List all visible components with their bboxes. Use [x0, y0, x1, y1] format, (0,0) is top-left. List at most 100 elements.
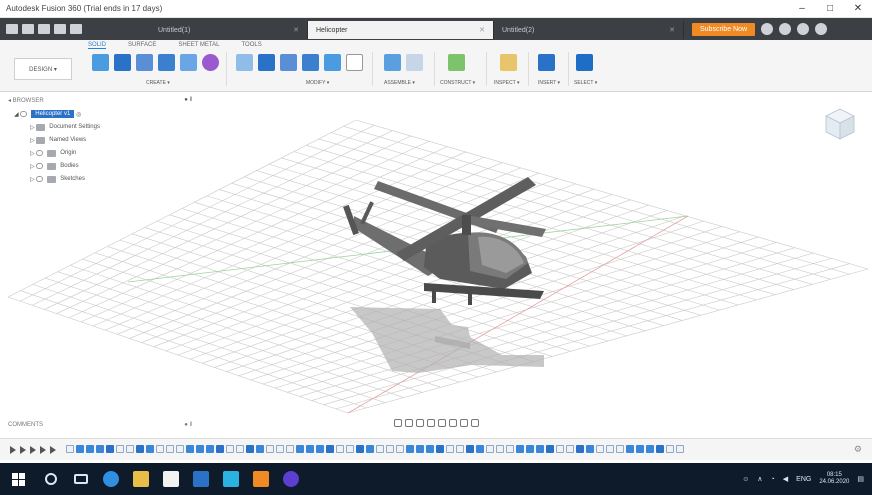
timeline-feature[interactable] [466, 444, 474, 453]
workspace-switcher[interactable]: DESIGN ▾ [14, 58, 72, 80]
press-pull-icon[interactable] [236, 54, 253, 71]
minimize-button[interactable]: – [788, 0, 816, 18]
timeline-settings-icon[interactable]: ⚙ [854, 444, 862, 455]
timeline-feature[interactable] [666, 444, 674, 453]
play-icon[interactable] [30, 445, 36, 454]
timeline-feature[interactable] [396, 444, 404, 453]
timeline-feature[interactable] [446, 444, 454, 453]
viewports-icon[interactable] [470, 419, 479, 427]
timeline-feature[interactable] [506, 444, 514, 453]
subscribe-button[interactable]: Subscribe Now [692, 22, 756, 36]
tab-helicopter[interactable]: Helicopter ✕ [308, 21, 494, 39]
document-name[interactable]: Helicopter v1 [31, 110, 75, 118]
extrude-icon[interactable] [114, 54, 131, 71]
timeline-feature[interactable] [646, 444, 654, 453]
browser-root[interactable]: ◢ Helicopter v1 ◎ [0, 108, 200, 120]
task-view-icon[interactable] [66, 463, 96, 495]
timeline-feature[interactable] [426, 444, 434, 453]
timeline-feature[interactable] [576, 444, 584, 453]
timeline-feature[interactable] [416, 444, 424, 453]
modify-menu[interactable]: MODIFY ▾ [306, 80, 329, 86]
redo-icon[interactable] [70, 24, 82, 34]
comments-pin-icon[interactable]: ● ‖ [184, 422, 192, 428]
revolve-icon[interactable] [136, 54, 153, 71]
browser-pin-icon[interactable]: ● ‖ [184, 97, 192, 103]
timeline-feature[interactable] [116, 444, 124, 453]
show-hidden-icons[interactable]: ∧ [757, 475, 762, 483]
quick-access-toolbar[interactable] [0, 24, 150, 34]
timeline-feature[interactable] [556, 444, 564, 453]
close-button[interactable]: ✕ [844, 0, 872, 18]
timeline-feature[interactable] [336, 444, 344, 453]
next-step-icon[interactable] [40, 445, 46, 454]
browser-item-sketches[interactable]: ▷ Sketches [0, 173, 200, 185]
close-tab-icon[interactable]: ✕ [479, 26, 485, 34]
timeline-feature[interactable] [256, 444, 264, 453]
timeline-feature[interactable] [406, 444, 414, 453]
construct-menu[interactable]: CONSTRUCT ▾ [440, 80, 475, 86]
timeline-feature[interactable] [486, 444, 494, 453]
edge-icon[interactable] [96, 463, 126, 495]
fillet-icon[interactable] [258, 54, 275, 71]
timeline-feature[interactable] [516, 444, 524, 453]
previous-step-icon[interactable] [20, 445, 26, 454]
timeline-feature[interactable] [476, 444, 484, 453]
timeline-feature[interactable] [346, 444, 354, 453]
network-icon[interactable]: ◔ [771, 476, 775, 483]
timeline-feature[interactable] [586, 444, 594, 453]
timeline-feature[interactable] [156, 444, 164, 453]
timeline-feature[interactable] [166, 444, 174, 453]
close-tab-icon[interactable]: ✕ [669, 26, 675, 34]
select-cursor-icon[interactable] [576, 54, 593, 71]
offset-plane-icon[interactable] [448, 54, 465, 71]
timeline-feature[interactable] [246, 444, 254, 453]
start-button[interactable] [0, 463, 36, 495]
form-icon[interactable] [202, 54, 219, 71]
jobs-status-icon[interactable] [761, 23, 774, 35]
timeline-feature[interactable] [316, 444, 324, 453]
move-icon[interactable] [346, 54, 363, 71]
visibility-icon[interactable] [36, 176, 44, 182]
display-settings-icon[interactable] [448, 419, 457, 427]
timeline-feature[interactable] [366, 444, 374, 453]
insert-menu[interactable]: INSERT ▾ [538, 80, 560, 86]
timeline-feature[interactable] [526, 444, 534, 453]
user-avatar[interactable] [815, 23, 828, 35]
notifications-icon[interactable] [779, 23, 792, 35]
look-at-icon[interactable] [404, 419, 413, 427]
insert-image-icon[interactable] [538, 54, 555, 71]
tab-surface[interactable]: SURFACE [128, 42, 156, 49]
assemble-menu[interactable]: ASSEMBLE ▾ [384, 80, 415, 86]
timeline-feature[interactable] [206, 444, 214, 453]
sweep-icon[interactable] [158, 54, 175, 71]
combine-icon[interactable] [324, 54, 341, 71]
clock[interactable]: 08:15 24.06.2020 [819, 472, 849, 486]
timeline-feature[interactable] [566, 444, 574, 453]
rigid-group-icon[interactable] [406, 54, 423, 71]
timeline-feature[interactable] [266, 444, 274, 453]
notification-center-icon[interactable]: ▤ [857, 475, 864, 483]
undo-icon[interactable] [54, 24, 66, 34]
timeline-feature[interactable] [606, 444, 614, 453]
maximize-button[interactable]: □ [816, 0, 844, 18]
save-icon[interactable] [38, 24, 50, 34]
timeline-feature[interactable] [546, 444, 554, 453]
shell-icon[interactable] [302, 54, 319, 71]
timeline-feature[interactable] [636, 444, 644, 453]
timeline-feature[interactable] [356, 444, 364, 453]
visibility-icon[interactable] [20, 111, 28, 117]
close-tab-icon[interactable]: ✕ [293, 26, 299, 34]
select-menu[interactable]: SELECT ▾ [574, 80, 597, 86]
timeline-feature[interactable] [196, 444, 204, 453]
chamfer-icon[interactable] [280, 54, 297, 71]
orbit-icon[interactable] [393, 419, 402, 427]
timeline-feature[interactable] [66, 444, 74, 453]
new-component-icon[interactable] [92, 54, 109, 71]
timeline-feature[interactable] [616, 444, 624, 453]
comments-panel[interactable]: COMMENTS ● ‖ [0, 419, 200, 431]
timeline-feature[interactable] [456, 444, 464, 453]
timeline-feature[interactable] [286, 444, 294, 453]
app-icon[interactable] [216, 463, 246, 495]
timeline-feature[interactable] [496, 444, 504, 453]
timeline-feature[interactable] [276, 444, 284, 453]
